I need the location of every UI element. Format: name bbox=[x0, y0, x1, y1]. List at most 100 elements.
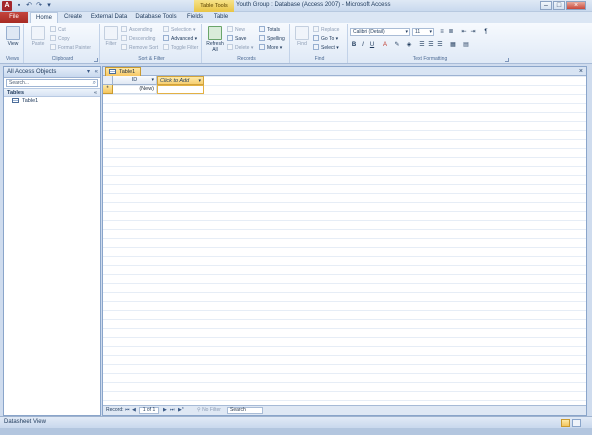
record-search-input[interactable]: Search bbox=[227, 407, 263, 414]
undo-icon[interactable]: ↶ bbox=[25, 2, 33, 10]
align-left-icon[interactable]: ☰ bbox=[418, 41, 426, 49]
record-position-input[interactable]: 1 of 1 bbox=[139, 407, 159, 414]
text-formatting-group: Calibri (Detail) ▾ 11 ▾ ≡ ≣ ⇤ ⇥ ¶ B I U A … bbox=[350, 24, 510, 63]
more-button[interactable]: More ▾ bbox=[259, 44, 282, 52]
copy-button[interactable]: Copy bbox=[50, 35, 70, 43]
toggle-filter-button[interactable]: Toggle Filter bbox=[163, 44, 198, 52]
paste-button[interactable]: Paste bbox=[28, 26, 48, 47]
refresh-all-button[interactable]: Refresh All bbox=[205, 26, 225, 53]
status-text: Datasheet View bbox=[4, 419, 46, 425]
indent-left-icon[interactable]: ⇤ bbox=[460, 28, 468, 36]
tab-home[interactable]: Home bbox=[30, 12, 58, 23]
title-bar: A ▪ ↶ ↷ ▾ Table Tools Youth Group : Data… bbox=[0, 0, 592, 12]
tab-table[interactable]: Table bbox=[210, 12, 232, 23]
new-row-id-cell[interactable]: (New) bbox=[113, 85, 157, 94]
last-record-icon[interactable]: ⏭ bbox=[170, 406, 175, 415]
selection-button[interactable]: Selection ▾ bbox=[163, 26, 195, 34]
select-icon bbox=[313, 44, 319, 50]
cut-button[interactable]: Cut bbox=[50, 26, 66, 34]
delete-record-button[interactable]: Delete ▾ bbox=[227, 44, 253, 52]
collapse-group-icon: « bbox=[93, 90, 97, 96]
fill-color-icon[interactable]: ◈ bbox=[405, 41, 413, 49]
nav-item-table1[interactable]: Table1 bbox=[4, 97, 100, 106]
column-dropdown-icon[interactable]: ▾ bbox=[198, 77, 201, 85]
find-button[interactable]: Find bbox=[294, 26, 310, 47]
align-center-icon[interactable]: ☰ bbox=[427, 41, 435, 49]
tab-create[interactable]: Create bbox=[60, 12, 86, 23]
filter-status[interactable]: ⚲ No Filter bbox=[197, 406, 221, 415]
highlight-icon[interactable]: ✎ bbox=[393, 41, 401, 49]
bold-button[interactable]: B bbox=[350, 41, 358, 49]
design-view-button[interactable] bbox=[572, 419, 581, 427]
sort-ascending-icon bbox=[121, 26, 127, 32]
format-painter-button[interactable]: Format Painter bbox=[50, 44, 91, 52]
table-icon bbox=[109, 69, 116, 74]
column-header-id[interactable]: ID ▾ bbox=[113, 76, 157, 85]
remove-sort-button[interactable]: Remove Sort bbox=[121, 44, 158, 52]
bullets-icon[interactable]: ≡ bbox=[438, 28, 446, 36]
clipboard-launcher-icon[interactable] bbox=[94, 58, 98, 62]
save-record-button[interactable]: Save bbox=[227, 35, 246, 43]
shutter-bar-close-icon[interactable]: « bbox=[95, 67, 98, 78]
text-formatting-launcher-icon[interactable] bbox=[505, 58, 509, 62]
descending-button[interactable]: Descending bbox=[121, 35, 155, 43]
font-color-icon[interactable]: A bbox=[381, 41, 389, 49]
new-record-selector[interactable]: * bbox=[103, 85, 113, 94]
close-document-icon[interactable]: × bbox=[579, 67, 583, 76]
record-label: Record: bbox=[106, 407, 124, 413]
save-icon bbox=[227, 35, 233, 41]
font-family-select[interactable]: Calibri (Detail) ▾ bbox=[350, 28, 410, 36]
replace-button[interactable]: Replace bbox=[313, 26, 339, 34]
datasheet-view-button[interactable] bbox=[561, 419, 570, 427]
datasheet-view-icon bbox=[6, 26, 20, 40]
access-app-icon[interactable]: A bbox=[2, 1, 12, 11]
indent-right-icon[interactable]: ⇥ bbox=[469, 28, 477, 36]
new-row-add-cell[interactable] bbox=[157, 85, 204, 94]
goto-button[interactable]: Go To ▾ bbox=[313, 35, 338, 43]
alternate-row-color-icon[interactable]: ▤ bbox=[462, 41, 470, 49]
view-button[interactable]: View bbox=[4, 26, 22, 47]
customize-qat-icon[interactable]: ▾ bbox=[45, 2, 53, 10]
numbering-icon[interactable]: ≣ bbox=[447, 28, 455, 36]
document-tab-table1[interactable]: Table1 bbox=[105, 67, 142, 76]
next-record-icon[interactable]: ▶ bbox=[163, 406, 167, 415]
maximize-button[interactable]: □ bbox=[553, 1, 565, 10]
new-record-button[interactable]: New bbox=[227, 26, 245, 34]
tab-external-data[interactable]: External Data bbox=[88, 12, 130, 23]
sigma-icon bbox=[259, 26, 265, 32]
column-header-click-to-add[interactable]: Click to Add ▾ bbox=[157, 76, 204, 85]
save-icon[interactable]: ▪ bbox=[15, 2, 23, 10]
status-bar: Datasheet View bbox=[0, 416, 592, 428]
tab-fields[interactable]: Fields bbox=[182, 12, 208, 23]
align-right-icon[interactable]: ☰ bbox=[436, 41, 444, 49]
spelling-button[interactable]: Spelling bbox=[259, 35, 285, 43]
nav-search-input[interactable]: Search... ⌕ bbox=[6, 79, 98, 87]
nav-group-tables[interactable]: Tables « bbox=[4, 88, 100, 97]
totals-button[interactable]: Totals bbox=[259, 26, 280, 34]
close-window-button[interactable]: × bbox=[566, 1, 586, 10]
font-size-select[interactable]: 11 ▾ bbox=[412, 28, 434, 36]
datasheet-grid[interactable]: ID ▾ Click to Add ▾ * (New) bbox=[103, 76, 586, 406]
redo-icon[interactable]: ↷ bbox=[35, 2, 43, 10]
select-button[interactable]: Select ▾ bbox=[313, 44, 339, 52]
select-all-cell[interactable] bbox=[103, 76, 113, 85]
sort-filter-group-label: Sort & Filter bbox=[138, 56, 165, 62]
tab-file[interactable]: File bbox=[0, 12, 28, 23]
italic-button[interactable]: I bbox=[359, 41, 367, 49]
new-record-nav-icon[interactable]: ▶* bbox=[178, 406, 184, 415]
nav-menu-chevron-icon[interactable]: ▾ bbox=[87, 67, 90, 78]
previous-record-icon[interactable]: ◀ bbox=[132, 406, 136, 415]
ascending-button[interactable]: Ascending bbox=[121, 26, 152, 34]
column-dropdown-icon[interactable]: ▾ bbox=[151, 76, 154, 84]
tab-database-tools[interactable]: Database Tools bbox=[133, 12, 179, 23]
advanced-button[interactable]: Advanced ▾ bbox=[163, 35, 197, 43]
underline-button[interactable]: U bbox=[368, 41, 376, 49]
minimize-button[interactable]: – bbox=[540, 1, 552, 10]
filter-button[interactable]: Filter bbox=[103, 26, 119, 47]
delete-icon bbox=[227, 44, 233, 50]
text-direction-icon[interactable]: ¶ bbox=[482, 28, 490, 36]
gridlines-icon[interactable]: ▦ bbox=[449, 41, 457, 49]
nav-pane-header[interactable]: All Access Objects ▾ « bbox=[4, 67, 100, 78]
first-record-icon[interactable]: ⏮ bbox=[125, 406, 130, 415]
view-label: View bbox=[7, 41, 19, 47]
